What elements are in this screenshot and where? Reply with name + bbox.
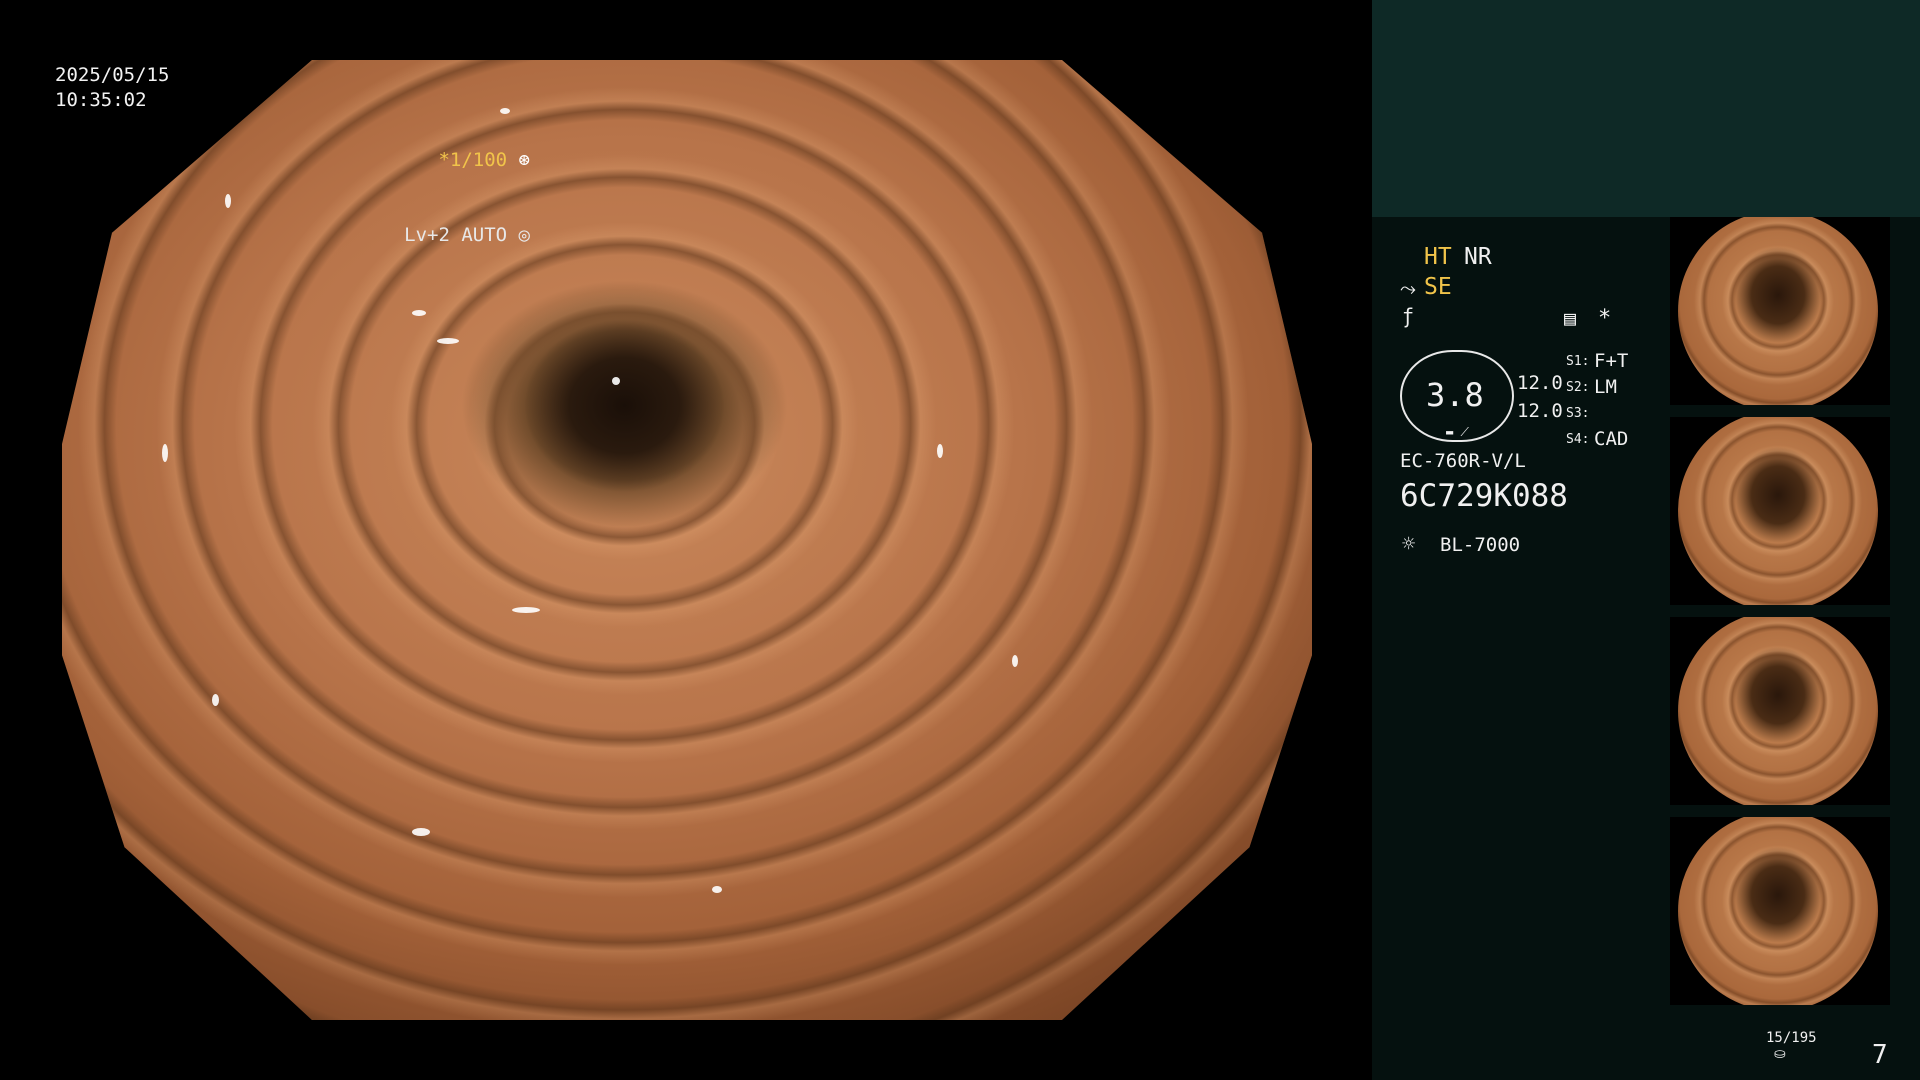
s3-key: S3: xyxy=(1566,406,1590,421)
thumbnail-1[interactable] xyxy=(1670,217,1890,405)
level-row: Lv+2 AUTO ◎ xyxy=(404,223,530,248)
shutter-row: *1/100 ⊛ xyxy=(404,148,530,173)
storage-icon: ⛀ xyxy=(1774,1046,1786,1062)
thumbnail-image xyxy=(1678,617,1878,805)
ht-label: HT xyxy=(1424,244,1452,270)
info-panel: HT NR ⤳ SE ƒ ▤ * 3.8 ▬ ⟋ 12.0 12.0 S1: F… xyxy=(1372,0,1920,1080)
s2-key: S2: xyxy=(1566,380,1590,395)
time-text: 10:35:02 xyxy=(55,89,147,111)
s1-value: F+T xyxy=(1594,350,1629,372)
s1-key: S1: xyxy=(1566,354,1590,369)
light-reflection xyxy=(937,444,943,458)
s4-key: S4: xyxy=(1566,432,1590,447)
light-reflection xyxy=(512,607,540,614)
date-text: 2025/05/15 xyxy=(55,64,170,86)
light-reflection xyxy=(712,885,722,893)
light-reflection xyxy=(437,338,459,345)
scope-model: EC-760R-V/L xyxy=(1400,450,1526,472)
value-a: 12.0 xyxy=(1517,372,1563,394)
endoscope-viewport: 2025/05/15 10:35:02 *1/100 ⊛ Lv+2 AUTO ◎ xyxy=(0,0,1372,1080)
thumbnail-4[interactable] xyxy=(1670,817,1890,1005)
thumbnail-image xyxy=(1678,217,1878,405)
page-number: 7 xyxy=(1872,1040,1888,1070)
thumbnail-image xyxy=(1678,817,1878,1005)
thumbnail-3[interactable] xyxy=(1670,617,1890,805)
date-time-display: 2025/05/15 10:35:02 xyxy=(55,63,169,113)
se-label: SE xyxy=(1424,274,1452,300)
light-reflection xyxy=(212,693,219,706)
light-reflection xyxy=(224,194,231,209)
aperture-icon: ⊛ xyxy=(507,149,530,171)
nr-label: NR xyxy=(1464,244,1492,270)
s2-value: LM xyxy=(1594,376,1617,398)
level-text: Lv+2 AUTO xyxy=(404,224,508,246)
lamp-icon: ☼ xyxy=(1402,532,1416,557)
light-reflection xyxy=(412,309,426,316)
panel-header xyxy=(1372,0,1920,217)
endoscopic-image xyxy=(62,60,1312,1020)
light-reflection xyxy=(1012,655,1018,668)
asterisk-mark: * xyxy=(1598,306,1612,331)
gauge-marker-icon: ▬ ⟋ xyxy=(1446,425,1469,439)
light-reflection xyxy=(612,376,620,385)
image-counter: 15/195 xyxy=(1766,1030,1817,1046)
light-reflection xyxy=(412,828,430,836)
shutter-text: *1/100 xyxy=(438,149,508,171)
light-source: BL-7000 xyxy=(1440,534,1521,556)
auto-exposure-icon: ◎ xyxy=(507,224,530,246)
thumbnail-2[interactable] xyxy=(1670,417,1890,605)
value-b: 12.0 xyxy=(1517,400,1563,422)
thumbnail-image xyxy=(1678,417,1878,605)
scope-serial: 6C729K088 xyxy=(1400,478,1568,514)
color-tone-icon: ƒ xyxy=(1402,304,1415,328)
structure-enhancement-icon: ⤳ xyxy=(1400,276,1416,300)
s4-value: CAD xyxy=(1594,428,1629,450)
image-memory-icon: ▤ xyxy=(1564,306,1577,330)
gauge-value: 3.8 xyxy=(1426,376,1484,414)
exposure-info: *1/100 ⊛ Lv+2 AUTO ◎ xyxy=(404,98,530,298)
light-reflection xyxy=(162,444,168,462)
